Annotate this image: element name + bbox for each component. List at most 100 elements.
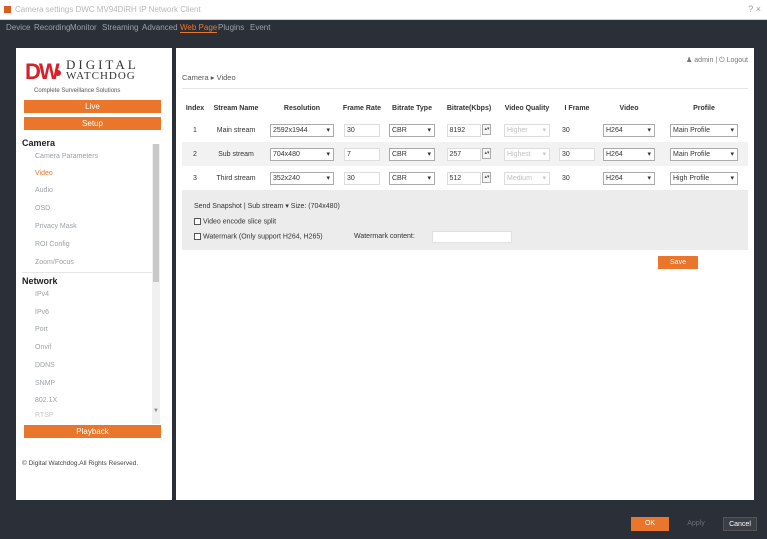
- nav-port[interactable]: Port: [35, 326, 48, 333]
- row-stream-name: Main stream: [208, 118, 264, 142]
- main-content: ♟ admin | ⏻ Logout Camera ▸ Video Index …: [176, 48, 754, 500]
- bitrate-type-select[interactable]: CBR ▾: [389, 147, 435, 161]
- frame-rate-input[interactable]: 30: [344, 171, 380, 185]
- chevron-down-icon: ▾: [647, 150, 651, 158]
- watermark-checkbox[interactable]: [194, 233, 201, 240]
- profile-select[interactable]: Main Profile ▾: [670, 123, 738, 137]
- send-snapshot-row[interactable]: Send Snapshot | Sub stream ▾ Size: (704x…: [194, 202, 340, 210]
- chevron-down-icon: ▾: [427, 174, 431, 182]
- profile-value: High Profile: [673, 174, 710, 182]
- save-button[interactable]: Save: [658, 256, 698, 269]
- cancel-button[interactable]: Cancel: [723, 517, 757, 531]
- nav-zoom-focus[interactable]: Zoom/Focus: [35, 259, 74, 266]
- slice-split-checkbox[interactable]: [194, 218, 201, 225]
- top-menu: Device Recording Monitor Streaming Advan…: [0, 20, 767, 36]
- menu-event[interactable]: Event: [250, 23, 270, 32]
- nav-ipv4[interactable]: IPv4: [35, 291, 49, 298]
- bitrate-input[interactable]: 257: [446, 147, 481, 161]
- window-controls[interactable]: ? ×: [748, 4, 761, 14]
- chevron-down-icon: ▾: [730, 126, 734, 134]
- chevron-down-icon: ▾: [730, 150, 734, 158]
- nav-onvif[interactable]: Onvif: [35, 344, 51, 351]
- bitrate-stepper[interactable]: ▴▾: [482, 124, 492, 136]
- sidebar-divider: [22, 272, 154, 273]
- col-bitrate: Bitrate(Kbps): [440, 98, 498, 118]
- profile-select[interactable]: High Profile ▾: [670, 171, 738, 185]
- resolution-value: 352x240: [273, 174, 300, 182]
- ok-button[interactable]: OK: [631, 517, 669, 531]
- frame-rate-input[interactable]: 30: [344, 123, 380, 137]
- live-button[interactable]: Live: [24, 100, 161, 113]
- video-quality-select[interactable]: Medium ▾: [504, 171, 550, 185]
- menu-web-page[interactable]: Web Page: [180, 23, 218, 33]
- video-quality-select[interactable]: Highest ▾: [504, 147, 550, 161]
- nav-rtsp[interactable]: RTSP: [35, 412, 54, 419]
- profile-value: Main Profile: [673, 126, 710, 134]
- col-resolution: Resolution: [264, 98, 340, 118]
- resolution-select[interactable]: 704x480 ▾: [270, 147, 334, 161]
- profile-select[interactable]: Main Profile ▾: [670, 147, 738, 161]
- nav-roi-config[interactable]: ROI Config: [35, 241, 70, 248]
- menu-recording[interactable]: Recording: [34, 23, 70, 32]
- menu-plugins[interactable]: Plugins: [218, 23, 244, 32]
- bitrate-stepper[interactable]: ▴▾: [482, 148, 492, 160]
- video-codec-select[interactable]: H264 ▾: [603, 147, 655, 161]
- resolution-value: 704x480: [273, 150, 300, 158]
- scroll-down-icon[interactable]: ▼: [153, 408, 159, 414]
- nav-snmp[interactable]: SNMP: [35, 380, 55, 387]
- video-codec-select[interactable]: H264 ▾: [603, 171, 655, 185]
- col-frame-rate: Frame Rate: [340, 98, 384, 118]
- section-camera[interactable]: Camera: [22, 138, 55, 148]
- app-window: Camera settings DWC MV94DiRH IP Network …: [0, 0, 767, 539]
- nav-8021x[interactable]: 802.1X: [35, 397, 57, 404]
- i-frame-input[interactable]: 30: [559, 172, 595, 185]
- resolution-select[interactable]: 2592x1944 ▾: [270, 123, 334, 137]
- video-codec-value: H264: [606, 126, 623, 134]
- video-codec-value: H264: [606, 150, 623, 158]
- logout-icon: ⏻: [719, 57, 725, 64]
- app-logo-icon: [4, 6, 11, 13]
- row-stream-name: Sub stream: [208, 142, 264, 166]
- brand-tagline: Complete Surveillance Solutions: [34, 88, 121, 94]
- setup-button[interactable]: Setup: [24, 117, 161, 130]
- video-quality-value: Medium: [507, 174, 532, 182]
- brand-dot-icon: [55, 70, 61, 76]
- bitrate-input[interactable]: 8192: [446, 123, 481, 137]
- section-network[interactable]: Network: [22, 276, 58, 286]
- chevron-down-icon: ▾: [647, 126, 651, 134]
- nav-ipv6[interactable]: IPv6: [35, 309, 49, 316]
- bitrate-type-select[interactable]: CBR ▾: [389, 171, 435, 185]
- menu-streaming[interactable]: Streaming: [102, 23, 138, 32]
- bitrate-type-value: CBR: [392, 150, 407, 158]
- table-row: 2 Sub stream 704x480 ▾ 7 CBR ▾ 257 ▴▾ High…: [182, 142, 748, 166]
- stream-table: Index Stream Name Resolution Frame Rate …: [182, 98, 748, 190]
- user-icon: ♟: [686, 57, 693, 64]
- bitrate-stepper[interactable]: ▴▾: [482, 172, 492, 184]
- frame-rate-input[interactable]: 7: [344, 147, 380, 161]
- nav-video[interactable]: Video: [35, 170, 53, 177]
- bitrate-type-select[interactable]: CBR ▾: [389, 123, 435, 137]
- i-frame-input[interactable]: 30: [559, 147, 595, 161]
- menu-device[interactable]: Device: [6, 23, 30, 32]
- brand-line2: WATCHDOG: [66, 70, 136, 82]
- logout-link[interactable]: Logout: [727, 57, 748, 64]
- apply-button[interactable]: Apply: [677, 517, 715, 531]
- menu-advanced[interactable]: Advanced: [142, 23, 178, 32]
- nav-ddns[interactable]: DDNS: [35, 362, 55, 369]
- i-frame-input[interactable]: 30: [559, 124, 595, 137]
- playback-button[interactable]: Playback: [24, 425, 161, 438]
- nav-audio[interactable]: Audio: [35, 187, 53, 194]
- nav-privacy-mask[interactable]: Privacy Mask: [35, 223, 77, 230]
- bitrate-input[interactable]: 512: [446, 171, 481, 185]
- chevron-down-icon: ▾: [326, 174, 330, 182]
- video-quality-select[interactable]: Higher ▾: [504, 123, 550, 137]
- watermark-content-input[interactable]: [432, 231, 512, 243]
- nav-camera-parameters[interactable]: Camera Parameters: [35, 153, 98, 160]
- sidebar-scroll-thumb[interactable]: [153, 144, 159, 282]
- video-codec-select[interactable]: H264 ▾: [603, 123, 655, 137]
- username[interactable]: admin: [694, 57, 713, 64]
- menu-monitor[interactable]: Monitor: [70, 23, 97, 32]
- nav-osd[interactable]: OSD: [35, 205, 50, 212]
- sidebar: DW DIGITAL WATCHDOG Complete Surveillanc…: [16, 48, 172, 500]
- resolution-select[interactable]: 352x240 ▾: [270, 171, 334, 185]
